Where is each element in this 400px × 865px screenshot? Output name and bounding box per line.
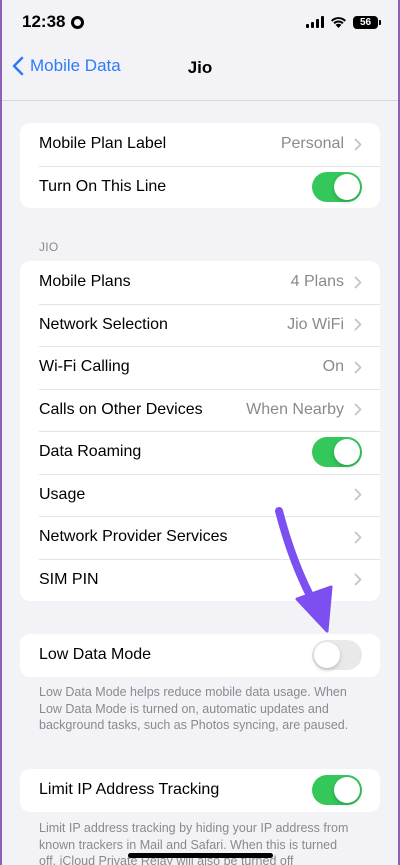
line-settings-group: Mobile Plan Label Personal Turn On This … [20, 123, 380, 208]
row-label: Mobile Plans [39, 273, 131, 291]
row-mobile-plans[interactable]: Mobile Plans 4 Plans [20, 261, 380, 304]
row-label: Network Provider Services [39, 528, 228, 546]
row-limit-ip-tracking: Limit IP Address Tracking [20, 769, 380, 812]
turn-on-line-toggle[interactable] [312, 171, 362, 202]
location-icon [71, 15, 85, 29]
home-indicator[interactable] [128, 853, 273, 858]
status-bar: 12:38 56 [0, 0, 400, 44]
toggle-knob [334, 777, 360, 804]
chevron-right-icon [354, 488, 362, 501]
row-network-selection[interactable]: Network Selection Jio WiFi [20, 303, 380, 347]
row-turn-on-this-line: Turn On This Line [20, 165, 380, 209]
time-label: 12:38 [22, 12, 66, 31]
chevron-right-icon [354, 318, 362, 331]
data-roaming-toggle[interactable] [312, 437, 362, 468]
toggle-knob [334, 439, 360, 466]
section-header-jio: JIO [39, 240, 59, 254]
row-value: On [322, 358, 344, 376]
row-label: Calls on Other Devices [39, 400, 203, 418]
cellular-signal-icon [306, 16, 324, 28]
chevron-right-icon [354, 138, 362, 151]
status-icons: 56 [306, 15, 381, 29]
chevron-right-icon [354, 403, 362, 416]
row-value: When Nearby [246, 400, 344, 418]
nav-divider [0, 100, 400, 101]
row-mobile-plan-label[interactable]: Mobile Plan Label Personal [20, 123, 380, 166]
row-label: Turn On This Line [39, 177, 167, 195]
row-label: Low Data Mode [39, 646, 152, 664]
chevron-right-icon [354, 573, 362, 586]
toggle-knob [314, 642, 340, 669]
annotation-arrow-icon [275, 507, 333, 633]
row-calls-on-other-devices[interactable]: Calls on Other Devices When Nearby [20, 388, 380, 432]
toggle-knob [334, 173, 360, 200]
page-title: Jio [187, 58, 213, 77]
row-value: Personal [280, 135, 344, 153]
chevron-right-icon [354, 531, 362, 544]
battery-level: 56 [359, 16, 372, 28]
battery-icon: 56 [353, 15, 381, 29]
row-label: Data Roaming [39, 443, 142, 461]
row-label: SIM PIN [39, 570, 99, 588]
chevron-right-icon [354, 276, 362, 289]
limit-ip-group: Limit IP Address Tracking [20, 769, 380, 812]
row-label: Network Selection [39, 315, 168, 333]
row-label: Mobile Plan Label [39, 135, 167, 153]
low-data-mode-footer: Low Data Mode helps reduce mobile data u… [39, 685, 349, 732]
limit-ip-toggle[interactable] [312, 775, 362, 806]
row-label: Usage [39, 485, 86, 503]
row-value: Jio WiFi [287, 315, 344, 333]
status-time: 12:38 [22, 12, 85, 32]
navigation-bar: Mobile Data Jio [0, 48, 400, 88]
row-label: Wi-Fi Calling [39, 358, 130, 376]
row-label: Limit IP Address Tracking [39, 781, 220, 799]
row-value: 4 Plans [290, 273, 344, 291]
row-wifi-calling[interactable]: Wi-Fi Calling On [20, 346, 380, 389]
wifi-icon [331, 17, 346, 28]
row-data-roaming: Data Roaming [20, 431, 380, 474]
chevron-right-icon [354, 361, 362, 374]
limit-ip-footer: Limit IP address tracking by hiding your… [39, 821, 349, 865]
